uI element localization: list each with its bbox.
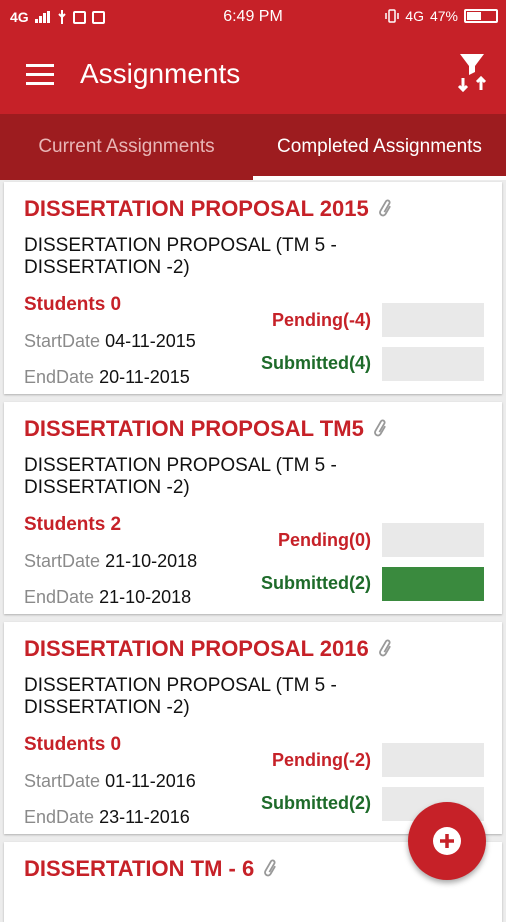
submitted-count: Submitted(2) [261, 573, 371, 593]
submitted-progress-bar [382, 347, 484, 381]
assignment-description: DISSERTATION PROPOSAL (TM 5 - DISSERTATI… [24, 675, 337, 718]
end-date-label: EndDate [24, 367, 95, 387]
students-count: Students 0 [24, 294, 122, 315]
tab-completed-assignments[interactable]: Completed Assignments [253, 114, 506, 180]
assignment-card[interactable]: DISSERTATION PROPOSAL 2016 DISSERTATION … [4, 622, 502, 834]
app-bar: Assignments [0, 36, 506, 114]
submitted-count: Submitted(4) [261, 353, 371, 373]
battery-icon [464, 9, 498, 23]
menu-icon[interactable] [26, 64, 54, 86]
pending-progress-bar [382, 303, 484, 337]
pending-count: Pending(0) [278, 530, 371, 550]
assignment-description: DISSERTATION PROPOSAL (TM 5 - DISSERTATI… [24, 455, 337, 498]
pending-count: Pending(-4) [272, 310, 371, 330]
pending-progress-bar [382, 523, 484, 557]
submitted-progress-fill [382, 567, 484, 601]
pending-count: Pending(-2) [272, 750, 371, 770]
vibrate-icon [385, 9, 400, 23]
start-date: StartDate 04-11-2015 [24, 331, 196, 352]
assignment-title-row: DISSERTATION PROPOSAL 2015 [24, 196, 393, 222]
page-title: Assignments [80, 58, 241, 89]
battery-percent: 47% [429, 8, 458, 24]
start-date-value: 21-10-2018 [105, 551, 198, 571]
start-date: StartDate 01-11-2016 [24, 771, 196, 792]
students-count: Students 2 [24, 514, 122, 535]
students-count: Students 0 [24, 734, 122, 755]
tab-current-assignments[interactable]: Current Assignments [0, 114, 253, 180]
pending-progress-bar [382, 743, 484, 777]
start-date: StartDate 21-10-2018 [24, 551, 197, 572]
status-right: 4G 47% [385, 8, 498, 24]
filter-sort-icon[interactable] [454, 52, 490, 92]
end-date-value: 20-11-2015 [99, 367, 190, 387]
submitted-progress-bar [382, 567, 484, 601]
end-date-value: 23-11-2016 [99, 807, 190, 827]
assignment-title: DISSERTATION TM - 6 [24, 856, 255, 881]
assignment-title-row: DISSERTATION TM - 6 [24, 856, 278, 882]
assignment-title: DISSERTATION PROPOSAL 2016 [24, 636, 369, 661]
assignment-card[interactable]: DISSERTATION PROPOSAL 2015 DISSERTATION … [4, 182, 502, 394]
attachment-icon[interactable] [377, 638, 393, 660]
end-date: EndDate 21-10-2018 [24, 587, 191, 608]
tab-bar: Current Assignments Completed Assignment… [0, 114, 506, 180]
start-date-value: 01-11-2016 [105, 771, 196, 791]
add-circle-icon [433, 827, 461, 855]
start-date-label: StartDate [24, 551, 101, 571]
end-date-label: EndDate [24, 587, 95, 607]
attachment-icon[interactable] [377, 198, 393, 220]
end-date: EndDate 20-11-2015 [24, 367, 190, 388]
status-bar: 4G 6:49 PM 4G 47% [0, 0, 506, 36]
assignment-title: DISSERTATION PROPOSAL 2015 [24, 196, 369, 221]
end-date: EndDate 23-11-2016 [24, 807, 190, 828]
assignment-title-row: DISSERTATION PROPOSAL 2016 [24, 636, 393, 662]
attachment-icon[interactable] [372, 418, 388, 440]
assignment-title: DISSERTATION PROPOSAL TM5 [24, 416, 364, 441]
assignment-description: DISSERTATION PROPOSAL (TM 5 - DISSERTATI… [24, 235, 337, 278]
submitted-count: Submitted(2) [261, 793, 371, 813]
end-date-label: EndDate [24, 807, 95, 827]
attachment-icon[interactable] [262, 858, 278, 880]
assignment-card[interactable]: DISSERTATION PROPOSAL TM5 DISSERTATION P… [4, 402, 502, 614]
start-date-label: StartDate [24, 771, 101, 791]
tab-indicator [253, 176, 506, 180]
add-assignment-button[interactable] [408, 802, 486, 880]
start-date-label: StartDate [24, 331, 101, 351]
end-date-value: 21-10-2018 [99, 587, 192, 607]
start-date-value: 04-11-2015 [105, 331, 196, 351]
assignment-title-row: DISSERTATION PROPOSAL TM5 [24, 416, 388, 442]
network-label: 4G [405, 8, 424, 24]
